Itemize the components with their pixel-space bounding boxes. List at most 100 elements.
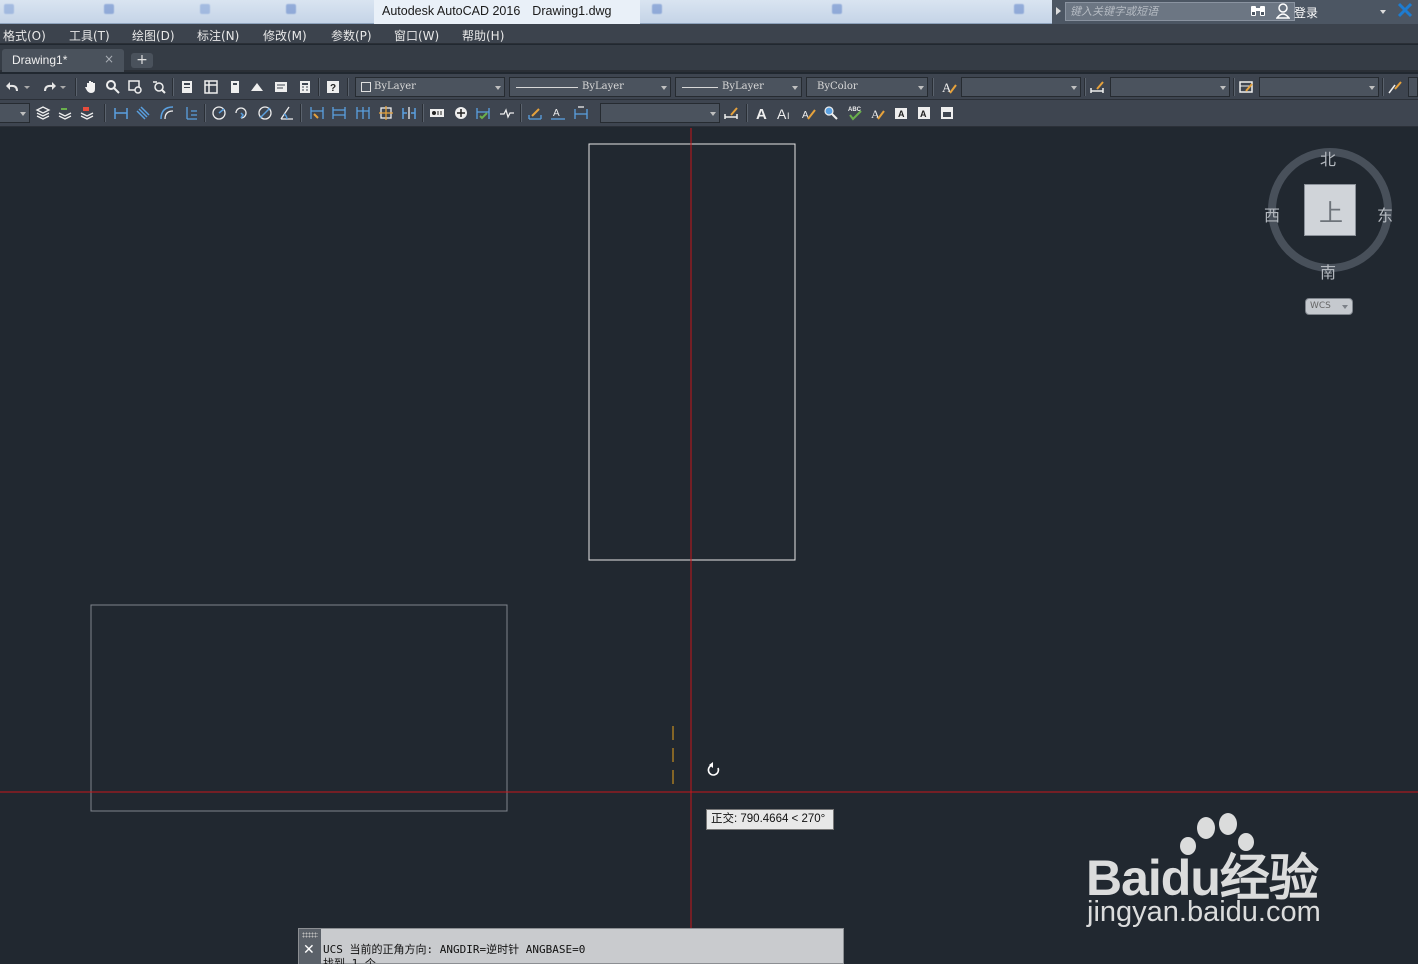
viewcube-top-face[interactable]: 上	[1304, 184, 1356, 236]
spell-check-icon[interactable]: ABC	[846, 104, 864, 122]
ordinate-dimension-icon[interactable]	[182, 104, 200, 122]
compass-north[interactable]: 北	[1320, 146, 1336, 170]
app-name: Autodesk AutoCAD 2016	[382, 4, 521, 18]
convert-space-icon[interactable]	[938, 104, 956, 122]
scale-text-icon[interactable]: A	[892, 104, 910, 122]
design-center-icon[interactable]	[202, 78, 220, 96]
menu-parametric[interactable]: 参数(P)	[331, 27, 372, 44]
continue-dimension-icon[interactable]	[354, 104, 372, 122]
angular-dimension-icon[interactable]	[278, 104, 296, 122]
chevron-down-icon	[710, 112, 716, 116]
text-style-manager-icon[interactable]: A	[869, 104, 887, 122]
baseline-dimension-icon[interactable]	[330, 104, 348, 122]
close-icon[interactable]: ✕	[303, 942, 315, 958]
dimension-text-edit-icon[interactable]: A	[549, 104, 567, 122]
menu-dimension[interactable]: 标注(N)	[197, 27, 239, 44]
menu-modify[interactable]: 修改(M)	[263, 27, 307, 44]
dimension-space-icon[interactable]	[377, 104, 395, 122]
zoom-realtime-icon[interactable]	[104, 78, 122, 96]
svg-text:A: A	[920, 109, 927, 119]
single-line-text-icon[interactable]: AI	[776, 104, 794, 122]
close-icon[interactable]: ×	[104, 52, 114, 66]
dimension-style-icon[interactable]	[722, 104, 740, 122]
redo-icon[interactable]	[40, 78, 58, 96]
dimension-edit-icon[interactable]	[526, 104, 544, 122]
pan-icon[interactable]	[82, 78, 100, 96]
tolerance-icon[interactable]	[428, 104, 446, 122]
layer-combo[interactable]: ByLayer	[355, 77, 505, 97]
svg-text:?: ?	[330, 83, 336, 94]
dim-style-combo[interactable]	[1110, 77, 1230, 97]
menu-tools[interactable]: 工具(T)	[69, 27, 110, 44]
login-button[interactable]: 登录	[1294, 4, 1318, 21]
chevron-down-icon	[918, 86, 924, 90]
center-mark-icon[interactable]	[452, 104, 470, 122]
command-window[interactable]: ✕ UCS 当前的正角方向: ANGDIR=逆时针 ANGBASE=0 找到 1…	[298, 928, 844, 964]
plotstyle-combo[interactable]: ByColor	[806, 77, 928, 97]
vertical-rectangle[interactable]	[588, 143, 796, 561]
separator	[746, 104, 748, 122]
menu-help[interactable]: 帮助(H)	[462, 27, 504, 44]
find-text-icon[interactable]	[822, 104, 840, 122]
ucs-menu[interactable]: WCS	[1305, 298, 1353, 315]
menu-window[interactable]: 窗口(W)	[394, 27, 439, 44]
arc-length-icon[interactable]	[158, 104, 176, 122]
multileader-style-combo[interactable]	[1408, 77, 1418, 97]
multiline-text-icon[interactable]: A	[754, 104, 772, 122]
undo-icon[interactable]	[4, 78, 22, 96]
text-style-combo[interactable]	[961, 77, 1081, 97]
dimension-break-icon[interactable]	[400, 104, 418, 122]
drag-handle[interactable]	[302, 932, 318, 938]
edit-text-icon[interactable]: A	[800, 104, 818, 122]
justify-text-icon[interactable]: A	[915, 104, 933, 122]
binoculars-icon[interactable]	[1250, 4, 1266, 22]
menu-format[interactable]: 格式(O)	[3, 27, 46, 44]
baidu-watermark: Baidu经验 jingyan.baidu.com	[1086, 812, 1356, 942]
tool-palettes-icon[interactable]	[226, 78, 244, 96]
exchange-apps-icon[interactable]	[1396, 2, 1414, 20]
layer-previous-icon[interactable]	[56, 104, 74, 122]
lineweight-combo[interactable]: ByLayer	[675, 77, 802, 97]
compass-south[interactable]: 南	[1320, 259, 1336, 283]
table-style-icon[interactable]	[1237, 78, 1255, 96]
quick-dimension-icon[interactable]	[308, 104, 326, 122]
zoom-previous-icon[interactable]	[150, 78, 168, 96]
layer-state-combo[interactable]	[0, 103, 30, 123]
separator	[422, 104, 424, 122]
dim-style-control-combo[interactable]	[600, 103, 720, 123]
command-history-line: 找到 1 个	[323, 957, 376, 964]
user-icon[interactable]	[1275, 3, 1291, 19]
table-style-combo[interactable]	[1259, 77, 1379, 97]
separator	[520, 104, 522, 122]
sheet-set-icon[interactable]	[248, 78, 266, 96]
compass-west[interactable]: 西	[1264, 202, 1280, 226]
tab-drawing1[interactable]: Drawing1* ×	[2, 49, 124, 72]
multileader-style-icon[interactable]	[1386, 78, 1404, 96]
dimension-update-icon[interactable]	[572, 104, 590, 122]
jogged-dimension-icon[interactable]	[232, 104, 250, 122]
text-style-icon[interactable]: A	[940, 78, 958, 96]
new-tab-button[interactable]: +	[131, 53, 153, 68]
redo-dropdown-icon[interactable]	[58, 78, 68, 96]
diameter-dimension-icon[interactable]	[256, 104, 274, 122]
properties-icon[interactable]	[178, 78, 196, 96]
jogged-linear-icon[interactable]	[498, 104, 516, 122]
linetype-combo[interactable]: ByLayer	[509, 77, 671, 97]
zoom-window-icon[interactable]	[126, 78, 144, 96]
menu-draw[interactable]: 绘图(D)	[132, 27, 175, 44]
chevron-down-icon[interactable]	[1380, 10, 1386, 14]
help-icon[interactable]: ?	[324, 78, 342, 96]
horizontal-rectangle[interactable]	[90, 604, 508, 812]
dim-style-icon[interactable]	[1088, 78, 1106, 96]
linear-dimension-icon[interactable]	[112, 104, 130, 122]
calculator-icon[interactable]	[296, 78, 314, 96]
undo-dropdown-icon[interactable]	[22, 78, 32, 96]
layer-isolate-icon[interactable]	[78, 104, 96, 122]
inspect-dimension-icon[interactable]	[474, 104, 492, 122]
compass-east[interactable]: 东	[1377, 202, 1393, 226]
markup-icon[interactable]	[272, 78, 290, 96]
radius-dimension-icon[interactable]	[210, 104, 228, 122]
expand-arrow-icon[interactable]	[1056, 7, 1061, 15]
layer-properties-icon[interactable]	[34, 104, 52, 122]
aligned-dimension-icon[interactable]	[134, 104, 152, 122]
